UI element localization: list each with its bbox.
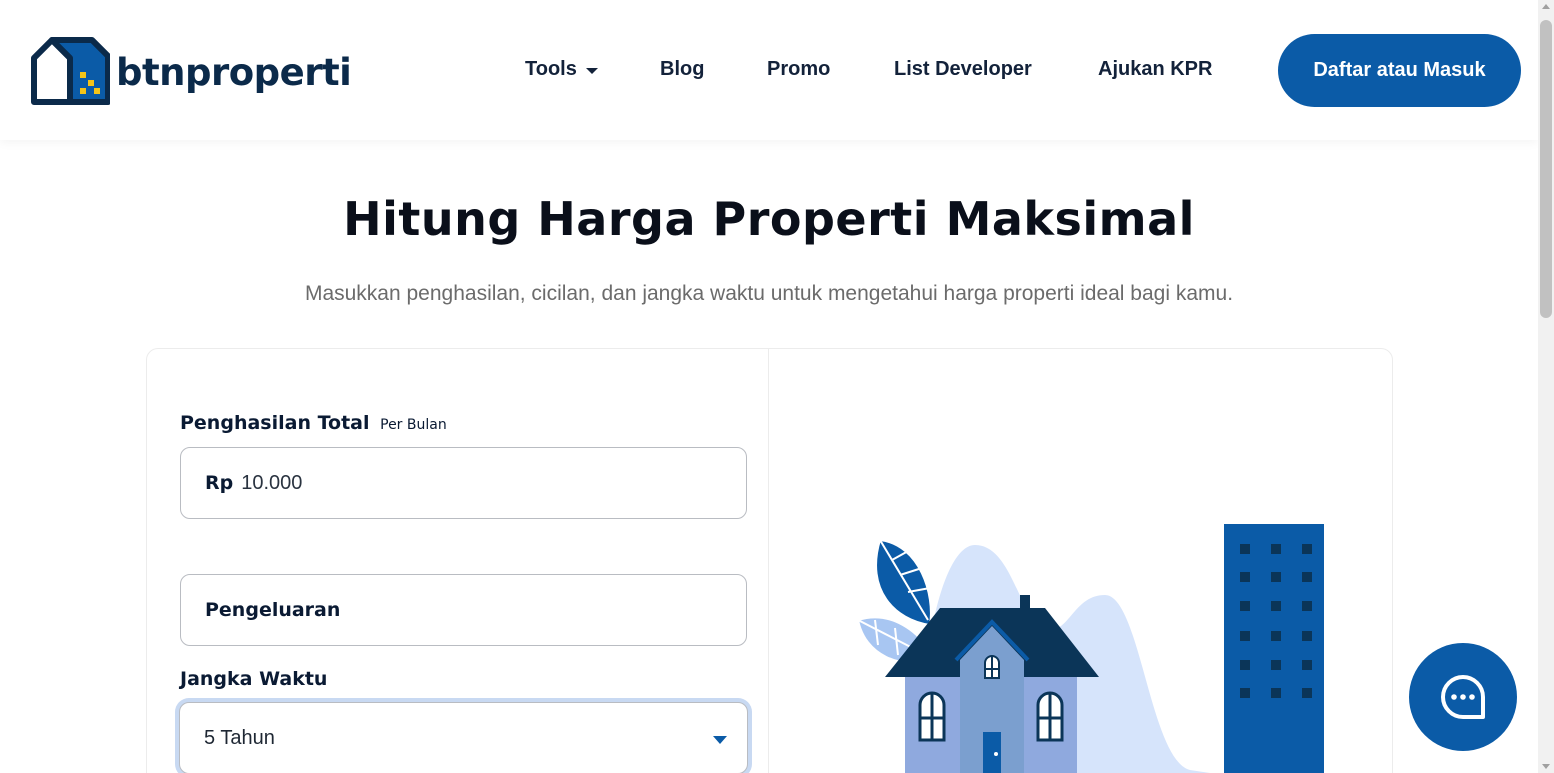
chat-button[interactable] (1409, 643, 1517, 751)
nav-tools-label: Tools (525, 58, 577, 80)
currency-prefix: Rp (205, 472, 234, 494)
card-divider (768, 348, 769, 773)
house-logo-icon (31, 37, 110, 105)
caret-down-icon[interactable] (713, 736, 727, 744)
nav-list-developer[interactable]: List Developer (894, 58, 1032, 81)
site-header: btnproperti Tools Blog Promo List Develo… (0, 0, 1538, 140)
nav-blog[interactable]: Blog (660, 58, 704, 81)
brand-logo[interactable]: btnproperti (30, 36, 352, 106)
house-illustration (856, 524, 1324, 773)
page-subtitle: Masukkan penghasilan, cicilan, dan jangk… (304, 282, 1234, 305)
page-title: Hitung Harga Properti Maksimal (343, 192, 1195, 246)
tower-building (1224, 524, 1324, 773)
caret-down-icon (585, 67, 598, 74)
scrollbar-thumb[interactable] (1540, 20, 1552, 318)
income-value[interactable]: 10.000 (241, 472, 302, 495)
expense-field[interactable]: Pengeluaran (180, 574, 747, 646)
scroll-down-icon[interactable] (1542, 764, 1550, 769)
nav-tools[interactable]: Tools (525, 58, 598, 81)
income-label-text: Penghasilan Total (180, 412, 370, 434)
income-label-suffix: Per Bulan (380, 417, 447, 433)
term-label: Jangka Waktu (180, 668, 328, 690)
term-select[interactable]: 5 Tahun (179, 702, 748, 773)
chat-bubble-icon (1441, 675, 1485, 719)
scroll-up-icon[interactable] (1542, 4, 1550, 9)
house-door (983, 732, 1001, 773)
login-register-button[interactable]: Daftar atau Masuk (1278, 34, 1521, 107)
term-select-value: 5 Tahun (204, 726, 275, 749)
nav-promo[interactable]: Promo (767, 58, 830, 81)
nav-ajukan-kpr[interactable]: Ajukan KPR (1098, 58, 1212, 81)
page-scrollbar[interactable] (1538, 0, 1554, 773)
income-field[interactable]: Rp 10.000 (180, 447, 747, 519)
logo-text: btnproperti (116, 50, 352, 94)
income-label: Penghasilan Total Per Bulan (180, 412, 447, 434)
expense-label: Pengeluaran (205, 599, 341, 621)
